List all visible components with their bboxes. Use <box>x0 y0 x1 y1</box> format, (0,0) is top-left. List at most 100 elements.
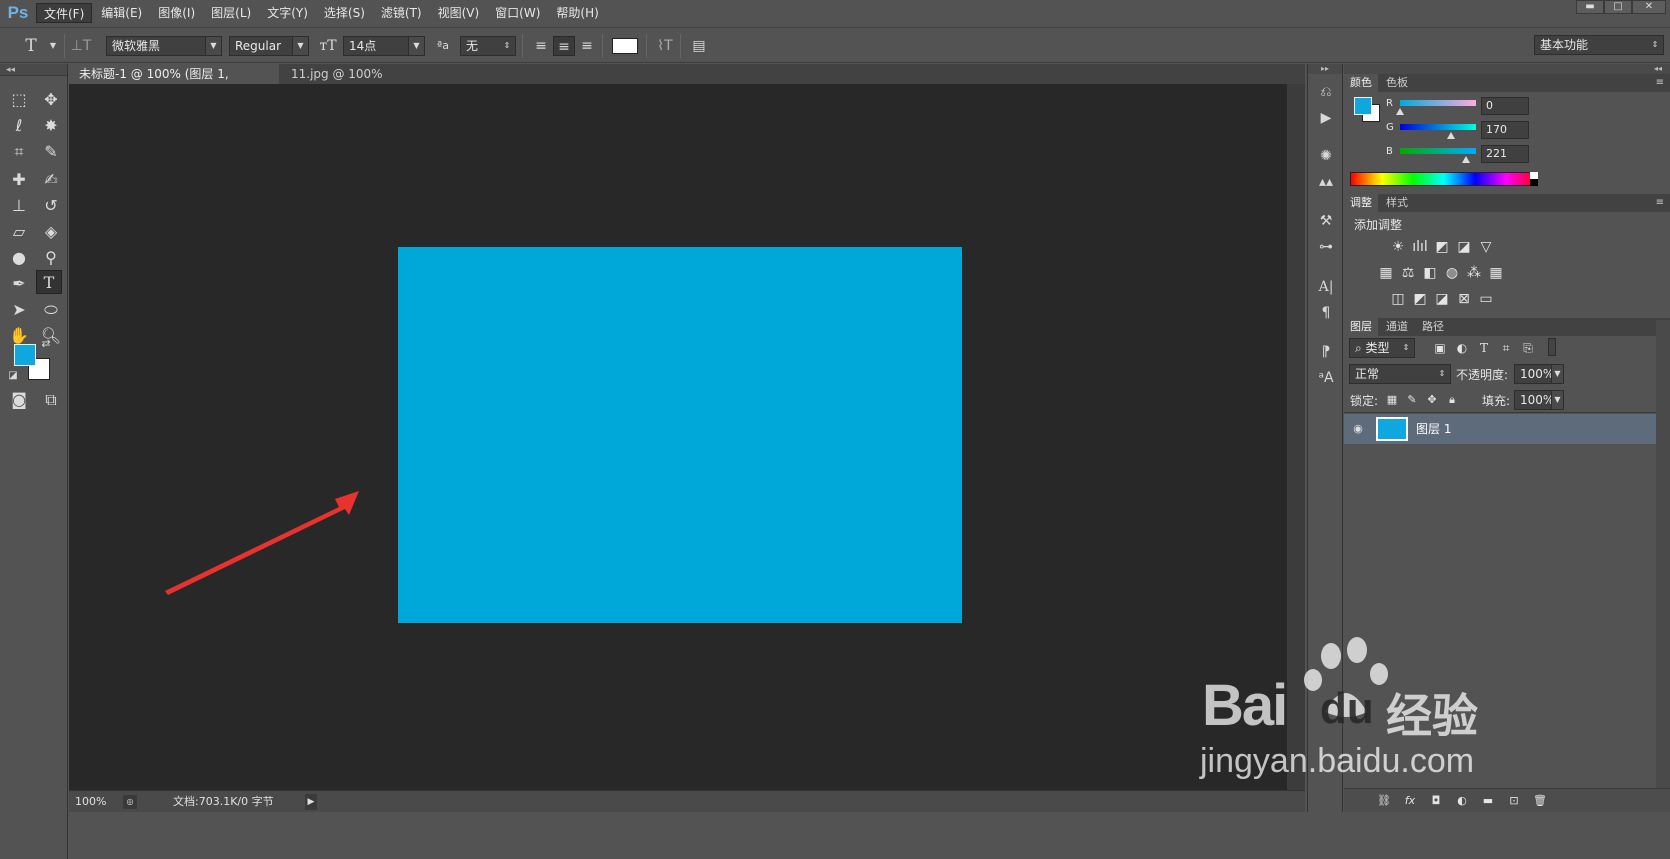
menu-type[interactable]: 文字(Y) <box>260 3 315 23</box>
foreground-color-swatch-top[interactable] <box>14 344 36 366</box>
tab-channels[interactable]: 通道 <box>1380 318 1414 336</box>
lock-transparent-icon[interactable]: ▦ <box>1382 391 1402 409</box>
tab-11-jpg[interactable]: 11.jpg @ 100%(RGB/8#) × <box>281 64 435 101</box>
paragraph-panel-icon[interactable]: ¶ <box>1315 302 1337 324</box>
threshold-icon[interactable]: ◪ <box>1432 290 1452 308</box>
new-layer-icon[interactable]: ⊡ <box>1504 792 1524 810</box>
posterize-icon[interactable]: ◩ <box>1410 290 1430 308</box>
zoom-level[interactable]: 100% <box>75 791 106 813</box>
filter-adjustment-icon[interactable]: ◐ <box>1452 339 1472 357</box>
blur-tool-icon[interactable]: ● <box>6 246 32 270</box>
channel-mixer-icon[interactable]: ⁂ <box>1464 264 1484 282</box>
add-mask-icon[interactable]: ◘ <box>1426 792 1446 810</box>
align-center-icon[interactable]: ≡ <box>553 36 575 56</box>
clone-stamp-tool-icon[interactable]: ⊥ <box>6 194 32 218</box>
menu-filter[interactable]: 滤镜(T) <box>374 3 429 23</box>
type-tool-icon[interactable]: T <box>36 270 62 294</box>
lock-pixels-icon[interactable]: ✎ <box>1402 391 1422 409</box>
blend-mode-select[interactable]: 正常 ⇕ <box>1349 364 1451 384</box>
marquee-tool-icon[interactable]: ⬚ <box>6 88 32 112</box>
hue-saturation-icon[interactable]: ▦ <box>1376 264 1396 282</box>
warp-text-icon[interactable]: ⌇T <box>654 36 676 56</box>
tab-layers[interactable]: 图层 <box>1344 318 1378 336</box>
filter-type-icon[interactable]: T <box>1474 339 1494 357</box>
trash-icon[interactable]: 🗑︎ <box>1530 792 1550 810</box>
character-styles-icon[interactable]: ᵃA <box>1315 367 1337 389</box>
channel-b-input[interactable]: 221 <box>1481 145 1529 163</box>
status-arrow-icon[interactable]: ▶ <box>305 794 317 810</box>
gradient-map-icon[interactable]: ▭ <box>1476 290 1496 308</box>
filter-toggle[interactable] <box>1548 338 1556 356</box>
status-menu-icon[interactable]: ◎ <box>123 795 137 809</box>
align-right-icon[interactable]: ≡ <box>576 36 598 56</box>
brush-tool-icon[interactable]: ✍ <box>38 168 64 192</box>
history-panel-icon[interactable]: ⎌ <box>1315 81 1337 103</box>
menu-file[interactable]: 文件(F) <box>36 3 93 23</box>
brush-panel-icon[interactable]: ▴▴ <box>1315 171 1337 193</box>
brush-presets-icon[interactable]: ✺ <box>1315 145 1337 167</box>
lock-position-icon[interactable]: ✥ <box>1422 391 1442 409</box>
font-style-select[interactable]: Regular ▼ <box>229 36 309 56</box>
channel-b-thumb[interactable] <box>1461 156 1470 163</box>
paragraph-styles-icon[interactable]: ⁋ <box>1315 341 1337 363</box>
link-layers-icon[interactable]: ⛓ <box>1374 792 1394 810</box>
vertical-scrollbar[interactable] <box>1287 84 1305 790</box>
menu-edit[interactable]: 编辑(E) <box>94 3 149 23</box>
vibrance-icon[interactable]: ▽ <box>1476 238 1496 256</box>
filter-shape-icon[interactable]: ⌗ <box>1496 339 1516 357</box>
channel-r-input[interactable]: 0 <box>1481 97 1529 115</box>
paint-bucket-tool-icon[interactable]: ◈ <box>38 220 64 244</box>
channel-g-slider[interactable] <box>1400 124 1476 130</box>
close-button[interactable]: ✕ <box>1632 0 1666 14</box>
workspace-select[interactable]: 基本功能 ⇕ <box>1534 35 1664 55</box>
menu-help[interactable]: 帮助(H) <box>549 3 605 23</box>
color-spectrum-bar[interactable] <box>1350 172 1538 186</box>
swap-colors-icon[interactable]: ⇄ <box>36 336 56 352</box>
tab-swatches[interactable]: 色板 <box>1380 74 1414 92</box>
toolbox-collapse[interactable]: ◂◂ <box>0 64 67 76</box>
tool-presets-icon[interactable]: ⚒ <box>1315 210 1337 232</box>
layer-row[interactable]: ◉ 图层 1 <box>1344 414 1656 444</box>
photo-filter-icon[interactable]: ◍ <box>1442 264 1462 282</box>
curves-icon[interactable]: ◩ <box>1432 238 1452 256</box>
channel-g-thumb[interactable] <box>1446 132 1455 139</box>
filter-pixel-icon[interactable]: ▣ <box>1430 339 1450 357</box>
tab-paths[interactable]: 路径 <box>1416 318 1450 336</box>
color-fg-swatch[interactable] <box>1354 97 1372 115</box>
actions-panel-icon[interactable]: ▶ <box>1315 107 1337 129</box>
menu-image[interactable]: 图像(I) <box>151 3 202 23</box>
eye-icon[interactable]: ◉ <box>1350 421 1366 437</box>
channel-g-input[interactable]: 170 <box>1481 121 1529 139</box>
text-color-swatch[interactable] <box>612 38 638 54</box>
default-colors-icon[interactable]: ◪ <box>4 368 22 384</box>
antialias-select[interactable]: 无 ⇕ <box>460 36 516 56</box>
color-lookup-icon[interactable]: ▦ <box>1486 264 1506 282</box>
levels-icon[interactable]: ılıl <box>1410 238 1430 256</box>
panel-scrollbar[interactable] <box>1656 320 1670 796</box>
document-canvas[interactable] <box>398 247 962 623</box>
layer-name[interactable]: 图层 1 <box>1416 414 1451 444</box>
invert-icon[interactable]: ◫ <box>1388 290 1408 308</box>
brightness-icon[interactable]: ☀ <box>1388 238 1408 256</box>
channel-r-slider[interactable] <box>1400 100 1476 106</box>
pen-tool-icon[interactable]: ✒ <box>6 272 32 296</box>
quick-mask-icon[interactable]: ◙ <box>6 388 32 412</box>
panels-collapse-icon[interactable]: ◂◂ <box>1344 64 1670 74</box>
layer-thumbnail[interactable] <box>1376 417 1408 441</box>
menu-layer[interactable]: 图层(L) <box>204 3 258 23</box>
canvas-area[interactable] <box>69 84 1287 790</box>
black-white-icon[interactable]: ◧ <box>1420 264 1440 282</box>
dodge-tool-icon[interactable]: ⚲ <box>38 246 64 270</box>
fx-icon[interactable]: fx <box>1400 792 1420 810</box>
character-panel-icon[interactable]: ▤ <box>688 36 710 56</box>
tab-styles[interactable]: 样式 <box>1380 194 1414 212</box>
new-group-icon[interactable]: ▬ <box>1478 792 1498 810</box>
eyedropper-tool-icon[interactable]: ✎ <box>38 140 64 164</box>
text-orientation-icon[interactable]: ⊥T <box>70 36 92 56</box>
filter-smart-object-icon[interactable]: ⎘ <box>1518 339 1538 357</box>
fill-input[interactable]: 100% ▼ <box>1514 390 1564 410</box>
black-swatch[interactable] <box>1530 179 1538 186</box>
exposure-icon[interactable]: ◪ <box>1454 238 1474 256</box>
lock-all-icon[interactable]: 🔒︎ <box>1442 391 1462 409</box>
properties-panel-icon[interactable]: ⊶ <box>1315 236 1337 258</box>
